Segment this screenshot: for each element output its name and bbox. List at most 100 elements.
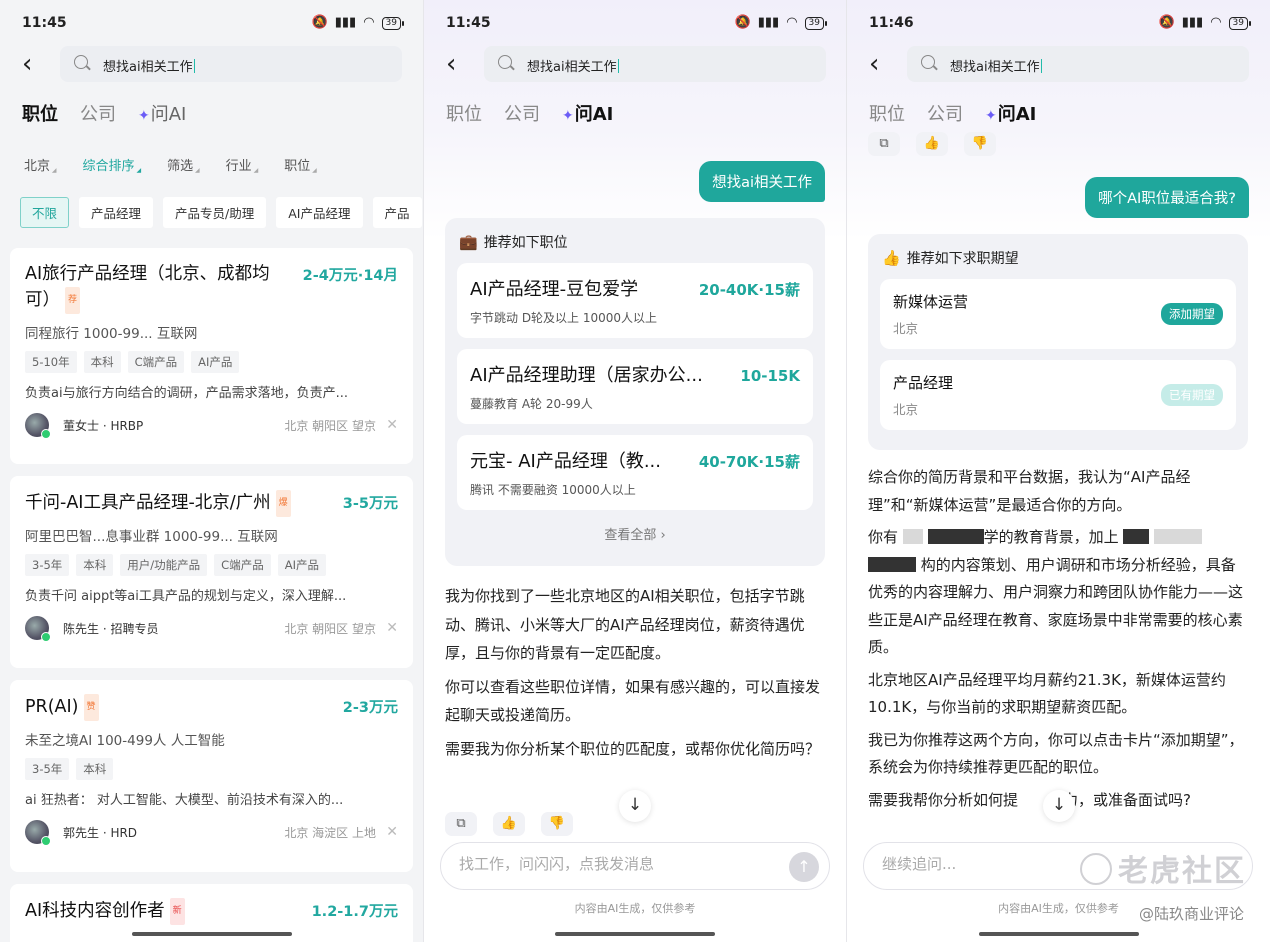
search-input[interactable]: 想找ai相关工作 [907,46,1249,82]
recommended-job[interactable]: 元宝- AI产品经理（教... 40-70K·15薪 腾讯 不需要融资 10000… [457,435,813,510]
existing-expectation-button: 已有期望 [1161,384,1223,406]
search-input[interactable]: 想找ai相关工作 [484,46,826,82]
sparkle-icon: ✦ [562,108,574,124]
home-indicator[interactable] [555,932,715,936]
redacted-block [1154,529,1203,544]
chip-product[interactable]: 产品 [372,197,422,228]
copy-icon[interactable]: ⧉ [868,132,900,156]
briefcase-icon: 💼 [459,233,478,251]
battery-icon: 39 [381,16,405,30]
job-company: 阿里巴巴智...息事业群 1000-99... 互联网 [25,529,278,545]
status-bar: 11:46 🔕 ▮▮▮ ◠ 39 [847,10,1270,38]
job-card[interactable]: PR(AI) 赞 2-3万元 未至之境AI 100-499人 人工智能 3-5年 … [10,680,413,872]
chip-product-manager[interactable]: 产品经理 [79,197,154,228]
job-card[interactable]: 千问-AI工具产品经理-北京/广州爆 3-5万元 阿里巴巴智...息事业群 10… [10,476,413,668]
job-tag: AI产品 [277,554,326,576]
job-location: 北京 海淀区 上地 [284,825,376,840]
job-title: AI旅行产品经理（北京、成都均可） [25,264,270,310]
thumbs-down-icon[interactable]: 👎 [541,812,573,836]
job-title: AI产品经理-豆包爱学 [470,279,639,300]
scroll-down-icon[interactable]: ↓ [619,790,651,822]
job-company: 同程旅行 1000-99... 互联网 [25,326,198,342]
job-desc: 负责ai与旅行方向结合的调研，产品需求落地，负责产... [25,386,348,401]
chat-input[interactable]: ↑ [440,842,830,890]
filter-city[interactable]: 北京 [24,155,57,174]
status-bar: 11:45 🔕 ▮▮▮ ◠ 39 [424,10,846,38]
close-icon[interactable]: ✕ [386,620,398,636]
see-all-link[interactable]: 查看全部 › [457,524,813,543]
chip-ai-pm[interactable]: AI产品经理 [276,197,363,228]
user-message: 想找ai相关工作 [699,161,825,202]
job-tag: 5-10年 [25,351,77,373]
status-time: 11:45 [446,15,491,31]
job-tag: 本科 [76,554,114,576]
signal-icon: ▮▮▮ [1181,15,1204,30]
tiger-logo-icon [1080,853,1112,885]
filter-row: 北京 综合排序 筛选 行业 职位 [24,155,317,174]
back-icon[interactable]: ‹ [869,51,879,77]
thumbs-up-icon[interactable]: 👍 [916,132,948,156]
recruiter: 董女士 · HRBP [63,418,144,433]
copy-icon[interactable]: ⧉ [445,812,477,836]
ask-ai-screen-2: 11:46 🔕 ▮▮▮ ◠ 39 ‹ 想找ai相关工作 职位 公司 ✦问AI ⧉… [847,0,1270,942]
battery-icon: 39 [804,16,828,30]
send-icon[interactable]: ↑ [789,852,819,882]
wifi-icon: ◠ [1210,15,1222,30]
thumbs-up-icon: 👍 [882,249,901,267]
home-indicator[interactable] [978,932,1139,936]
filter-industry[interactable]: 行业 [226,155,259,174]
job-badge: 荐 [65,287,81,314]
filter-sort[interactable]: 综合排序 [83,155,142,174]
search-input[interactable]: 想找ai相关工作 [60,46,402,82]
job-title: PR(AI) [25,697,79,717]
status-time: 11:46 [869,15,914,31]
tab-jobs[interactable]: 职位 [22,100,58,126]
job-company: 腾讯 不需要融资 10000人以上 [470,483,636,497]
scroll-down-icon[interactable]: ↓ [1043,790,1075,822]
reco-header: 推荐如下求职期望 [906,251,1019,267]
add-expectation-button[interactable]: 添加期望 [1161,303,1223,325]
job-salary: 40-70K·15薪 [698,453,800,471]
author-watermark: @陆玖商业评论 [1138,905,1244,923]
back-icon[interactable]: ‹ [22,51,32,77]
chip-product-assistant[interactable]: 产品专员/助理 [163,197,267,228]
job-salary: 2-4万元·14月 [302,268,398,284]
job-tag: 本科 [83,351,121,373]
chip-unlimited[interactable]: 不限 [20,197,70,228]
ai-paragraph: 我已为你推荐这两个方向，你可以点击卡片“添加期望”，系统会为你持续推荐更匹配的职… [868,730,1244,777]
close-icon[interactable]: ✕ [386,824,398,840]
tab-jobs[interactable]: 职位 [446,100,482,126]
recommended-job[interactable]: AI产品经理助理（居家办公... 10-15K 蔓藤教育 A轮 20-99人 [457,349,813,424]
job-salary: 10-15K [740,367,800,385]
message-field[interactable] [459,855,759,873]
home-indicator[interactable] [131,932,292,936]
tab-companies[interactable]: 公司 [504,100,540,126]
recommendation-card: 💼 推荐如下职位 AI产品经理-豆包爱学 20-40K·15薪 字节跳动 D轮及以上… [445,218,825,566]
status-bar: 11:45 🔕 ▮▮▮ ◠ 39 [0,10,423,38]
job-company: 蔓藤教育 A轮 20-99人 [470,397,593,411]
expectation-item[interactable]: 新媒体运营 北京 添加期望 [880,279,1236,349]
tab-ask-ai[interactable]: ✦问AI [562,100,613,126]
filter-screen[interactable]: 筛选 [167,155,200,174]
thumbs-down-icon[interactable]: 👎 [964,132,996,156]
recommended-job[interactable]: AI产品经理-豆包爱学 20-40K·15薪 字节跳动 D轮及以上 10000人以… [457,263,813,338]
search-icon [498,55,512,69]
close-icon[interactable]: ✕ [386,417,398,433]
job-tag: C端产品 [214,554,271,576]
tab-companies[interactable]: 公司 [80,100,116,126]
back-icon[interactable]: ‹ [446,51,456,77]
tab-bar: 职位 公司 ✦问AI [22,100,186,126]
sparkle-icon: ✦ [985,108,997,124]
battery-icon: 39 [1228,16,1252,30]
job-tag: 用户/功能产品 [120,554,208,576]
tab-companies[interactable]: 公司 [927,100,963,126]
tab-jobs[interactable]: 职位 [869,100,905,126]
ai-paragraph: 北京地区AI产品经理平均月薪约21.3K，新媒体运营约10.1K，与你当前的求职… [868,670,1226,717]
job-card[interactable]: AI旅行产品经理（北京、成都均可）荐 2-4万元·14月 同程旅行 1000-9… [10,248,413,464]
thumbs-up-icon[interactable]: 👍 [493,812,525,836]
tab-ask-ai[interactable]: ✦问AI [138,100,186,126]
tab-ask-ai[interactable]: ✦问AI [985,100,1036,126]
job-tag: AI产品 [191,351,240,373]
expectation-item[interactable]: 产品经理 北京 已有期望 [880,360,1236,430]
filter-position[interactable]: 职位 [284,155,317,174]
